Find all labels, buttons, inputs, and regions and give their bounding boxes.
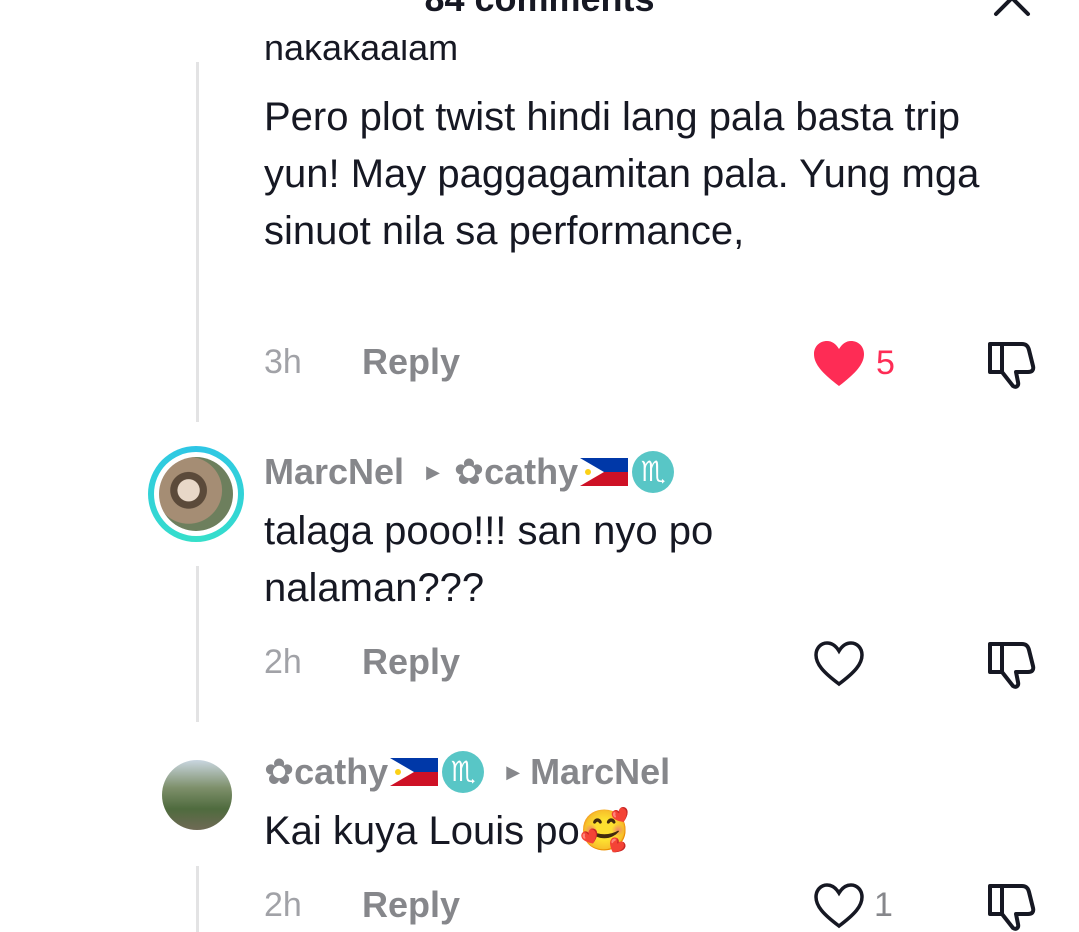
scorpio-icon: ♏ (632, 451, 675, 493)
heart-outline-icon[interactable] (812, 640, 866, 688)
comments-header: 84 comments (0, 0, 1079, 20)
author-username[interactable]: ✿cathy (264, 751, 388, 793)
avatar (159, 457, 233, 531)
comment-time: 2h (264, 643, 302, 681)
reply-arrow-icon: ▶ (506, 761, 521, 782)
dislike-icon[interactable] (986, 338, 1038, 390)
reply-arrow-icon: ▶ (426, 461, 440, 482)
reply-button[interactable]: Reply (362, 341, 460, 383)
close-icon[interactable] (992, 0, 1032, 18)
comment-text-cut: nakakaalam (264, 40, 459, 68)
comment-author-row: ✿cathy ♏ ▶ MarcNel (264, 750, 670, 794)
philippines-flag-icon (390, 758, 439, 786)
comment-time: 3h (264, 343, 302, 381)
comment-time: 2h (264, 886, 302, 924)
reply-button[interactable]: Reply (362, 641, 460, 683)
comments-count-title: 84 comments (0, 0, 1079, 20)
reply-to-username[interactable]: ✿cathy (454, 451, 578, 493)
avatar[interactable] (162, 760, 232, 830)
reply-button[interactable]: Reply (362, 884, 460, 926)
heart-filled-icon[interactable] (812, 340, 866, 388)
thread-line (196, 566, 199, 722)
like-count: 1 (874, 886, 893, 924)
philippines-flag-icon (580, 458, 629, 486)
comment-text: Pero plot twist hindi lang pala basta tr… (264, 95, 980, 253)
dislike-icon[interactable] (986, 638, 1038, 690)
avatar-live-ring[interactable] (148, 446, 244, 542)
comment-text: Kai kuya Louis po🥰 (264, 809, 630, 853)
thread-line (196, 62, 199, 422)
scorpio-icon: ♏ (442, 751, 485, 793)
heart-outline-icon[interactable] (812, 882, 866, 930)
reply-to-username[interactable]: MarcNel (530, 751, 670, 793)
dislike-icon[interactable] (986, 880, 1038, 932)
like-count: 5 (876, 344, 895, 382)
thread-line (196, 866, 199, 932)
author-username[interactable]: MarcNel (264, 451, 404, 493)
comment-text: talaga pooo!!! san nyo po nalaman??? (264, 509, 714, 610)
comment-author-row: MarcNel ▶ ✿cathy ♏ (264, 450, 675, 494)
